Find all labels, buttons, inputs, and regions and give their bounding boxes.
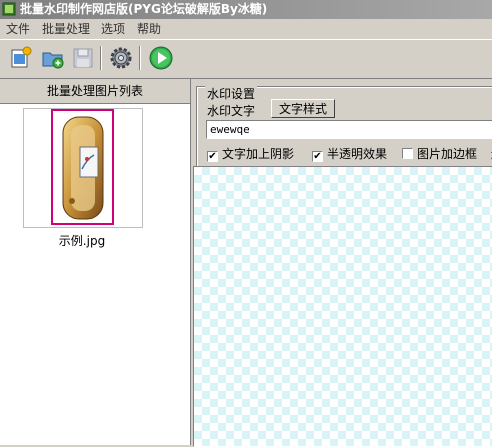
window-title: 批量水印制作网店版(PYG论坛破解版By冰糖) bbox=[20, 2, 268, 16]
border-checkbox-label: 图片加边框 bbox=[417, 147, 478, 161]
image-list-header: 批量处理图片列表 bbox=[0, 79, 190, 104]
settings-panel: 水印设置 水印文字 文字样式 ✔文字加上阴影 ✔半透明效果 图片加边框 边 bbox=[192, 79, 492, 447]
settings-button[interactable] bbox=[108, 45, 134, 71]
group-title: 水印设置 bbox=[205, 85, 258, 102]
menu-file[interactable]: 文件 bbox=[6, 19, 30, 39]
play-icon bbox=[149, 46, 173, 70]
new-document-icon bbox=[11, 46, 32, 68]
text-style-button[interactable]: 文字样式 bbox=[271, 99, 335, 118]
shadow-checkbox-box[interactable]: ✔ bbox=[207, 151, 218, 162]
toolbar-separator bbox=[100, 46, 102, 70]
new-document-button[interactable] bbox=[8, 45, 34, 71]
image-thumbnail[interactable] bbox=[23, 108, 143, 228]
menu-help[interactable]: 帮助 bbox=[137, 19, 161, 39]
run-button[interactable] bbox=[148, 45, 174, 71]
watermark-text-input[interactable] bbox=[206, 120, 492, 139]
phone-thumbnail-image bbox=[62, 116, 104, 220]
thumbnail-selection bbox=[51, 109, 114, 225]
open-folder-button[interactable] bbox=[40, 45, 66, 71]
save-button[interactable] bbox=[70, 45, 96, 71]
image-list-panel: 批量处理图片列表 示例.jpg bbox=[0, 79, 191, 445]
shadow-checkbox-label: 文字加上阴影 bbox=[222, 147, 295, 161]
menu-options[interactable]: 选项 bbox=[101, 19, 125, 39]
open-folder-icon bbox=[42, 52, 64, 69]
watermark-text-label: 水印文字 bbox=[207, 104, 256, 118]
transparency-checkbox-box[interactable]: ✔ bbox=[312, 151, 323, 162]
watermark-settings-group: 水印设置 水印文字 文字样式 ✔文字加上阴影 ✔半透明效果 图片加边框 边 bbox=[196, 85, 492, 168]
preview-canvas[interactable] bbox=[193, 166, 492, 447]
border-checkbox-box[interactable] bbox=[402, 148, 413, 159]
thumbnail-filename: 示例.jpg bbox=[58, 234, 106, 248]
app-icon bbox=[2, 2, 16, 16]
save-icon bbox=[73, 48, 93, 68]
border-checkbox[interactable]: 图片加边框 bbox=[402, 147, 477, 161]
menu-bar: 文件 批量处理 选项 帮助 bbox=[0, 19, 492, 39]
settings-gear-icon bbox=[110, 47, 132, 69]
toolbar bbox=[0, 39, 492, 79]
toolbar-separator bbox=[139, 46, 141, 70]
shadow-checkbox[interactable]: ✔ 文字加上阴影 bbox=[207, 147, 295, 162]
transparency-checkbox[interactable]: ✔ 半透明效果 bbox=[312, 147, 388, 162]
menu-batch[interactable]: 批量处理 bbox=[42, 19, 90, 39]
transparency-checkbox-label: 半透明效果 bbox=[327, 147, 388, 161]
title-bar: 批量水印制作网店版(PYG论坛破解版By冰糖) bbox=[0, 0, 492, 19]
